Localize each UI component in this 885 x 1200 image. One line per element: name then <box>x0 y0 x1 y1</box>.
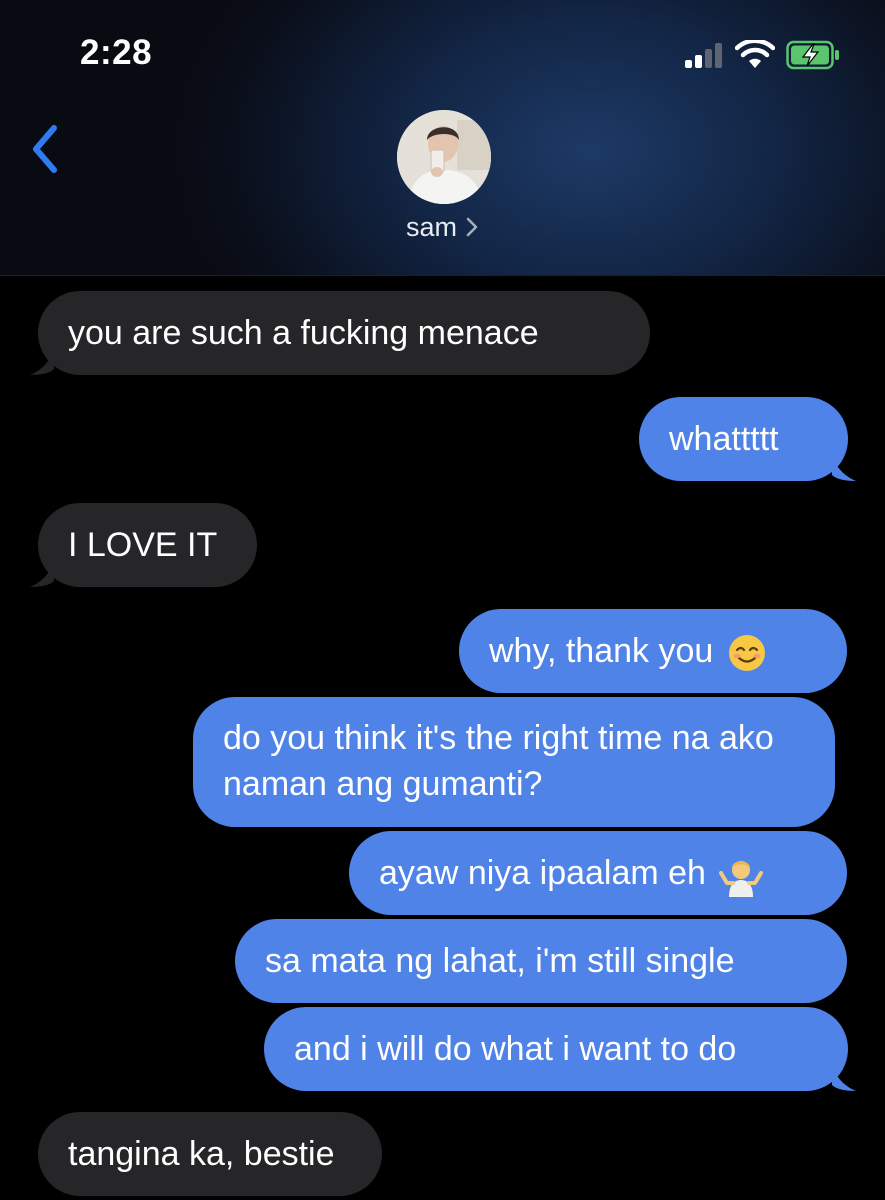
battery-charging-icon <box>786 40 839 70</box>
chevron-right-icon <box>466 217 478 237</box>
message-bubble-sent[interactable]: do you think it's the right time na ako … <box>193 697 835 827</box>
contact-avatar[interactable] <box>397 110 491 204</box>
message-text: you are such a fucking menace <box>68 314 539 352</box>
bubble-tail <box>30 557 54 587</box>
message-text: I LOVE IT <box>68 526 218 564</box>
message-text: ayaw niya ipaalam eh <box>379 854 706 892</box>
message-bubble-sent[interactable]: why, thank you <box>459 609 847 693</box>
message-bubble-received[interactable]: I LOVE IT <box>30 503 257 587</box>
contact-name-button[interactable]: sam <box>0 212 885 243</box>
message-bubble-sent[interactable]: ayaw niya ipaalam eh <box>349 831 847 915</box>
bubble-tail <box>832 451 856 481</box>
message-text: tangina ka, bestie <box>68 1135 335 1173</box>
smiling-face-icon <box>728 635 765 672</box>
conversation-header: 2:28 sam <box>0 0 885 276</box>
bubble-tail <box>30 345 54 375</box>
contact-name: sam <box>405 212 457 242</box>
avatar-photo <box>397 110 491 204</box>
message-bubble-sent[interactable]: and i will do what i want to do <box>264 1007 856 1091</box>
message-text: whattttt <box>669 420 779 458</box>
status-time: 2:28 <box>80 33 153 72</box>
message-bubble-received[interactable]: tangina ka, bestie <box>38 1112 382 1196</box>
message-text: why, thank you <box>489 632 714 670</box>
person-shrugging-icon <box>719 861 764 898</box>
chevron-left-icon[interactable] <box>26 120 66 180</box>
message-text: do you think it's the right time na ako … <box>223 719 774 803</box>
message-bubble-sent[interactable]: sa mata ng lahat, i'm still single <box>235 919 847 1003</box>
message-text: sa mata ng lahat, i'm still single <box>265 942 735 980</box>
bubble-tail <box>832 1061 856 1091</box>
wifi-icon <box>735 40 775 68</box>
message-text: and i will do what i want to do <box>294 1030 737 1068</box>
message-bubble-sent[interactable]: whattttt <box>639 397 856 481</box>
message-bubble-received[interactable]: you are such a fucking menace <box>30 291 650 375</box>
cellular-signal-icon <box>685 42 725 68</box>
